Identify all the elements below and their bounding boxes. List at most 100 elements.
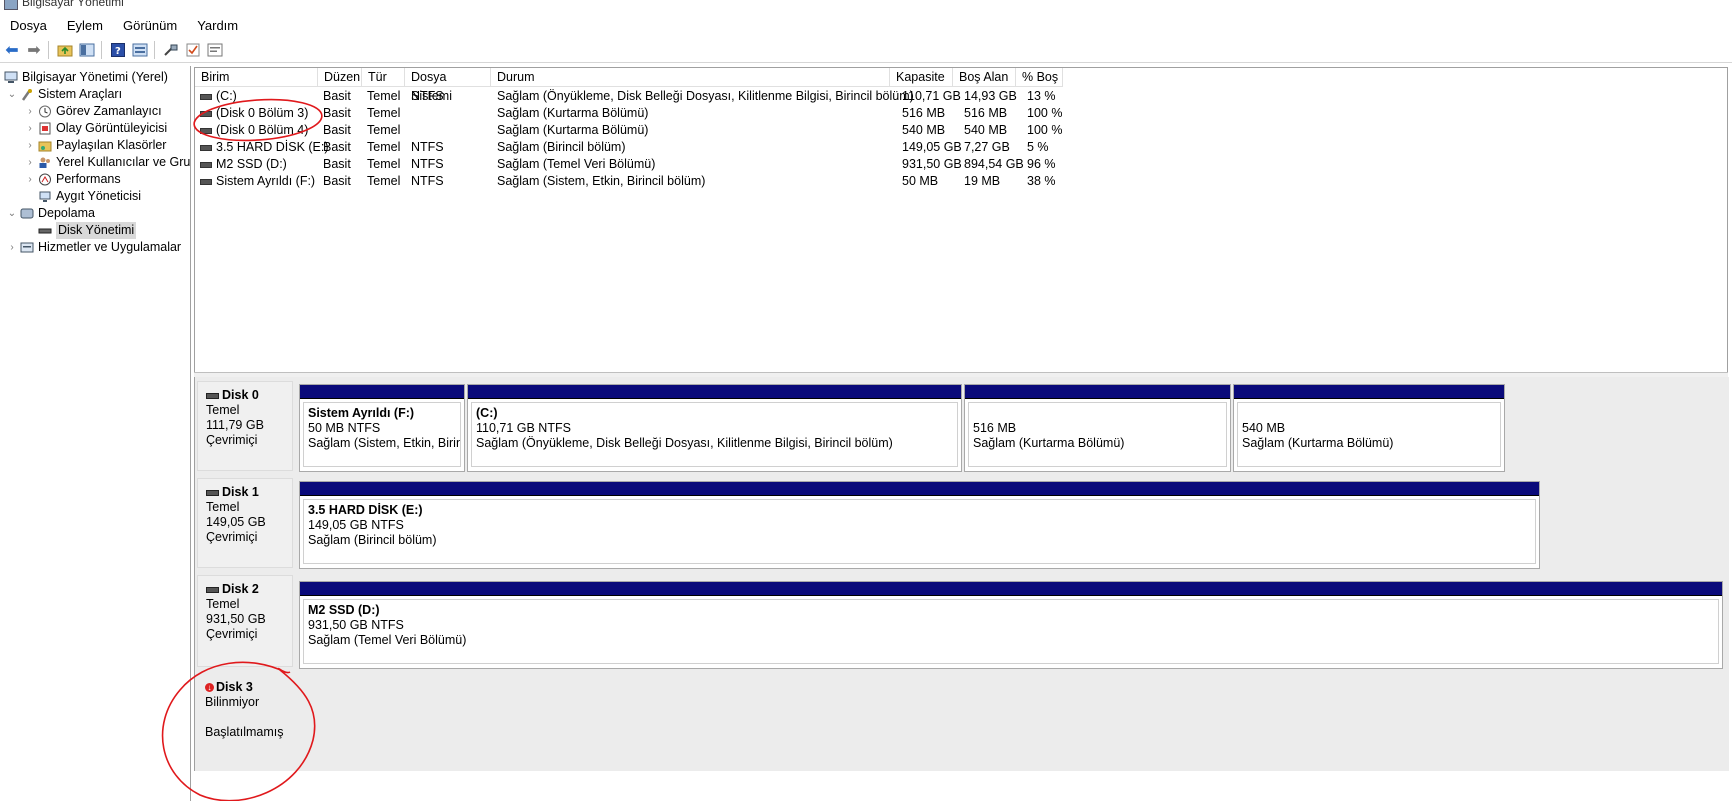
volume-name-text: Sistem Ayrıldı (F:) [216, 174, 316, 188]
console-icon[interactable] [205, 40, 225, 60]
tree-label: Olay Görüntüleyicisi [56, 121, 168, 135]
layout-cell: Basit [323, 157, 351, 171]
partition-bar [965, 385, 1230, 399]
window-title: Bilgisayar Yönetimi [22, 0, 124, 9]
chevron-right-icon[interactable]: › [24, 154, 36, 171]
column-header-file-system[interactable]: Dosya Sistemi [405, 68, 491, 103]
partition-status: Sağlam (Birincil bölüm) [308, 533, 437, 547]
chevron-right-icon[interactable]: › [6, 239, 18, 256]
chevron-down-icon[interactable]: ⌄ [6, 86, 18, 103]
toolbar-separator [48, 41, 49, 59]
percent-cell: 100 % [1027, 106, 1063, 120]
chevron-right-icon[interactable]: › [24, 171, 36, 188]
column-header-percent-free[interactable]: % Boş [1016, 68, 1063, 87]
free-cell: 516 MB [964, 106, 1008, 120]
disk-type: Bilinmiyor [205, 695, 260, 709]
partition-name [1242, 406, 1496, 421]
chevron-right-icon[interactable]: › [24, 137, 36, 154]
tree-item-device-manager[interactable]: Aygıt Yöneticisi [38, 188, 141, 205]
disk-type: Temel [206, 500, 240, 514]
computer-icon [4, 71, 18, 84]
column-header-volume[interactable]: Birim [195, 68, 318, 87]
table-row[interactable]: 3.5 HARD DİSK (E:) Basit Temel NTFS Sağl… [195, 139, 1295, 156]
connect-icon[interactable] [161, 40, 181, 60]
layout-cell: Basit [323, 140, 351, 154]
column-header-capacity[interactable]: Kapasite [890, 68, 953, 87]
disk-icon [38, 224, 52, 237]
disk-1-label[interactable]: Disk 1 Temel 149,05 GB Çevrimiçi [197, 478, 293, 568]
storage-icon [20, 207, 34, 220]
menu-file[interactable]: Dosya [0, 18, 57, 33]
partition-bar [300, 385, 464, 399]
table-row[interactable]: Sistem Ayrıldı (F:) Basit Temel NTFS Sağ… [195, 173, 1295, 190]
partition-recovery-4[interactable]: 540 MB Sağlam (Kurtarma Bölümü) [1233, 384, 1505, 472]
tree-item-event-viewer[interactable]: › Olay Görüntüleyicisi [24, 120, 167, 137]
table-row[interactable]: M2 SSD (D:) Basit Temel NTFS Sağlam (Tem… [195, 156, 1295, 173]
tree-item-shared-folders[interactable]: › Paylaşılan Klasörler [24, 137, 166, 154]
free-cell: 19 MB [964, 174, 1001, 188]
partition-recovery-3[interactable]: 516 MB Sağlam (Kurtarma Bölümü) [964, 384, 1231, 472]
column-header-type[interactable]: Tür [362, 68, 405, 87]
performance-icon [38, 173, 52, 186]
tree-item-services[interactable]: › Hizmetler ve Uygulamalar [6, 239, 181, 256]
users-icon [38, 156, 52, 169]
tree-item-storage[interactable]: ⌄ Depolama [6, 205, 95, 222]
status-cell: Sağlam (Temel Veri Bölümü) [497, 157, 656, 171]
tree-label: Performans [56, 172, 121, 186]
table-row[interactable]: (Disk 0 Bölüm 3) Basit Temel Sağlam (Kur… [195, 105, 1295, 122]
tree-label: Aygıt Yöneticisi [56, 189, 142, 203]
partition-size: 50 MB NTFS [308, 421, 381, 435]
disk-0-label[interactable]: Disk 0 Temel 111,79 GB Çevrimiçi [197, 381, 293, 471]
disk-icon [206, 586, 219, 593]
partition-c[interactable]: (C:) 110,71 GB NTFS Sağlam (Önyükleme, D… [467, 384, 962, 472]
chevron-right-icon[interactable]: › [24, 103, 36, 120]
properties-icon[interactable] [130, 40, 150, 60]
forward-arrow-icon[interactable]: ➡ [24, 40, 44, 60]
clock-icon [38, 105, 52, 118]
volume-name-text: 3.5 HARD DİSK (E:) [216, 140, 329, 154]
menu-action[interactable]: Eylem [57, 18, 113, 33]
disk-size [205, 710, 293, 725]
checklist-icon[interactable] [183, 40, 203, 60]
help-icon[interactable]: ? [108, 40, 128, 60]
fs-cell: NTFS [411, 174, 444, 188]
chevron-right-icon[interactable]: › [24, 120, 36, 137]
tools-icon [20, 88, 34, 101]
tree-item-task-scheduler[interactable]: › Görev Zamanlayıcı [24, 103, 161, 120]
table-row[interactable]: (C:) Basit Temel NTFS Sağlam (Önyükleme,… [195, 88, 1295, 105]
type-cell: Temel [367, 174, 401, 188]
volume-icon [200, 178, 212, 185]
type-cell: Temel [367, 89, 401, 103]
menu-view[interactable]: Görünüm [113, 18, 187, 33]
partition-system-reserved[interactable]: Sistem Ayrıldı (F:) 50 MB NTFS Sağlam (S… [299, 384, 465, 472]
back-arrow-icon[interactable]: ⬅ [2, 40, 22, 60]
tree-item-performance[interactable]: › Performans [24, 171, 121, 188]
menu-help[interactable]: Yardım [187, 18, 248, 33]
volume-icon [200, 161, 212, 168]
chevron-down-icon[interactable]: ⌄ [6, 205, 18, 222]
tree-item-disk-management[interactable]: Disk Yönetimi [38, 222, 137, 239]
partition-bar [300, 482, 1539, 496]
tree-item-system-tools[interactable]: ⌄ Sistem Araçları [6, 86, 122, 103]
partition-name: M2 SSD (D:) [308, 603, 380, 617]
up-folder-icon[interactable] [55, 40, 75, 60]
disk-2-label[interactable]: Disk 2 Temel 931,50 GB Çevrimiçi [197, 575, 293, 667]
column-header-free-space[interactable]: Boş Alan [953, 68, 1016, 87]
volume-icon [200, 93, 212, 100]
free-cell: 894,54 GB [964, 157, 1024, 171]
volume-name-text: M2 SSD (D:) [216, 157, 287, 171]
toolbar-separator [154, 41, 155, 59]
event-log-icon [38, 122, 52, 135]
partition-d[interactable]: M2 SSD (D:) 931,50 GB NTFS Sağlam (Temel… [299, 581, 1723, 669]
show-hide-tree-icon[interactable] [77, 40, 97, 60]
partition-e[interactable]: 3.5 HARD DİSK (E:) 149,05 GB NTFS Sağlam… [299, 481, 1540, 569]
column-header-layout[interactable]: Düzen [318, 68, 362, 87]
tree-item-local-users[interactable]: › Yerel Kullanıcılar ve Gru [24, 154, 190, 171]
column-header-status[interactable]: Durum [491, 68, 890, 87]
tree-item-computer-management[interactable]: Bilgisayar Yönetimi (Yerel) [4, 69, 168, 86]
toolbar: ⬅ ➡ ? [0, 38, 1732, 63]
disk-3-label[interactable]: ↓ Disk 3 Bilinmiyor Başlatılmamış [197, 674, 293, 764]
capacity-cell: 516 MB [902, 106, 946, 120]
volume-name: (Disk 0 Bölüm 3) [200, 105, 308, 122]
table-row[interactable]: (Disk 0 Bölüm 4) Basit Temel Sağlam (Kur… [195, 122, 1295, 139]
